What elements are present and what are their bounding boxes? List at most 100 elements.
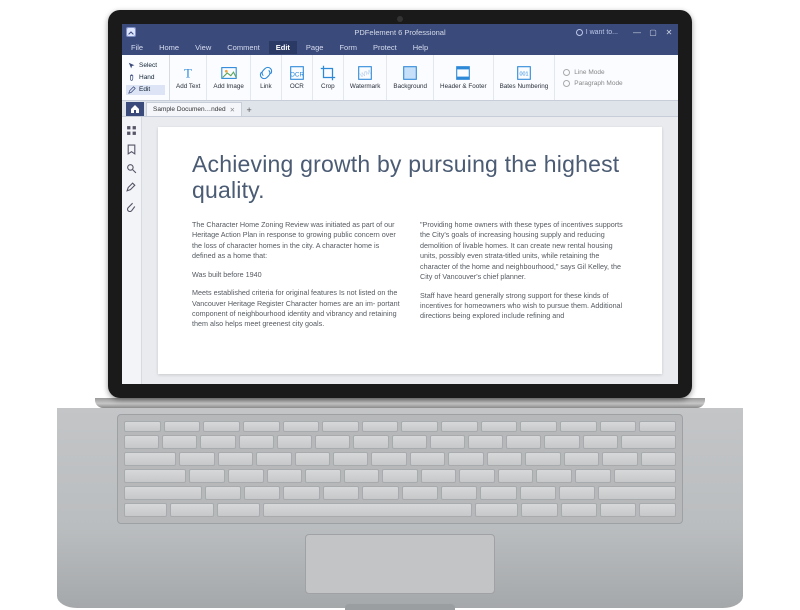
ribbon-ocr-label: OCR <box>290 84 304 91</box>
crop-icon <box>319 64 337 82</box>
bates-icon: 001 <box>515 64 533 82</box>
laptop-frame: PDFelement 6 Professional I want to... —… <box>55 10 745 608</box>
svg-text:OCR: OCR <box>290 72 304 79</box>
menu-form[interactable]: Form <box>332 41 364 54</box>
ribbon-bates-label: Bates Numbering <box>500 84 549 91</box>
app-title: PDFelement 6 Professional <box>354 28 445 37</box>
document-tab[interactable]: Sample Documen…nded ✕ <box>146 102 242 116</box>
headerfooter-icon <box>454 64 472 82</box>
attachments-icon[interactable] <box>126 201 137 212</box>
view-mode-line-label: Line Mode <box>574 69 604 76</box>
ribbon-watermark-label: Watermark <box>350 84 381 91</box>
paragraph[interactable]: Was built before 1940 <box>192 270 400 280</box>
laptop-hinge <box>95 398 705 408</box>
global-search[interactable]: I want to... <box>576 29 618 36</box>
ribbon-watermark[interactable]: WM Watermark <box>344 55 388 100</box>
keyboard-deck <box>57 408 743 608</box>
maximize-button[interactable]: ▢ <box>648 27 658 37</box>
svg-text:001: 001 <box>519 72 528 78</box>
image-icon <box>220 64 238 82</box>
ribbon-link[interactable]: Link <box>251 55 282 100</box>
radio-icon <box>563 69 570 76</box>
app-window: PDFelement 6 Professional I want to... —… <box>122 24 678 384</box>
trackpad <box>305 534 495 594</box>
document-columns: The Character Home Zoning Review was ini… <box>192 220 628 338</box>
titlebar: PDFelement 6 Professional I want to... —… <box>122 24 678 40</box>
paragraph[interactable]: Staff have heard generally strong suppor… <box>420 291 628 322</box>
bookmark-icon[interactable] <box>126 144 137 155</box>
ribbon-add-image[interactable]: Add Image <box>207 55 250 100</box>
paragraph[interactable]: "Providing home owners with these types … <box>420 220 628 283</box>
keyboard <box>117 414 683 524</box>
mode-hand[interactable]: Hand <box>126 73 165 83</box>
text-icon: T <box>179 64 197 82</box>
ribbon-header-footer[interactable]: Header & Footer <box>434 55 494 100</box>
ribbon-header-footer-label: Header & Footer <box>440 84 487 91</box>
ribbon-add-text[interactable]: T Add Text <box>170 55 207 100</box>
mode-select[interactable]: Select <box>126 61 165 71</box>
camera-dot <box>397 16 403 22</box>
ribbon-view-modes: Line Mode Paragraph Mode <box>555 55 630 100</box>
hand-icon <box>128 74 136 82</box>
ribbon-background[interactable]: Background <box>387 55 434 100</box>
ribbon-mode-panel: Select Hand Edit <box>122 55 170 100</box>
ribbon-background-label: Background <box>393 84 427 91</box>
mode-hand-label: Hand <box>139 74 155 81</box>
watermark-icon: WM <box>356 64 374 82</box>
document-heading[interactable]: Achieving growth by pursuing the highest… <box>192 151 628 204</box>
document-page[interactable]: Achieving growth by pursuing the highest… <box>158 127 662 374</box>
annotations-icon[interactable] <box>126 182 137 193</box>
screen-bezel: PDFelement 6 Professional I want to... —… <box>108 10 692 398</box>
menu-view[interactable]: View <box>188 41 218 54</box>
ribbon-bates[interactable]: 001 Bates Numbering <box>494 55 556 100</box>
menubar: File Home View Comment Edit Page Form Pr… <box>122 40 678 55</box>
cursor-icon <box>128 62 136 70</box>
edit-icon <box>128 86 136 94</box>
document-tabbar: Sample Documen…nded ✕ + <box>122 101 678 117</box>
menu-file[interactable]: File <box>124 41 150 54</box>
workspace: Achieving growth by pursuing the highest… <box>122 117 678 384</box>
ribbon-add-image-label: Add Image <box>213 84 243 91</box>
home-tab[interactable] <box>126 102 144 116</box>
ribbon-crop[interactable]: Crop <box>313 55 344 100</box>
document-tab-title: Sample Documen…nded <box>153 106 226 113</box>
app-logo-icon <box>126 27 136 37</box>
menu-home[interactable]: Home <box>152 41 186 54</box>
ribbon-crop-label: Crop <box>321 84 335 91</box>
minimize-button[interactable]: — <box>632 27 642 37</box>
link-icon <box>257 64 275 82</box>
menu-protect[interactable]: Protect <box>366 41 404 54</box>
close-tab-icon[interactable]: ✕ <box>230 106 235 114</box>
svg-text:T: T <box>184 67 192 81</box>
background-icon <box>401 64 419 82</box>
canvas[interactable]: Achieving growth by pursuing the highest… <box>142 117 678 384</box>
menu-page[interactable]: Page <box>299 41 331 54</box>
ribbon: Select Hand Edit T Add Text <box>122 55 678 101</box>
side-panel <box>122 117 142 384</box>
view-mode-paragraph[interactable]: Paragraph Mode <box>563 80 622 87</box>
ocr-icon: OCR <box>288 64 306 82</box>
paragraph[interactable]: The Character Home Zoning Review was ini… <box>192 220 400 262</box>
ribbon-add-text-label: Add Text <box>176 84 200 91</box>
view-mode-line[interactable]: Line Mode <box>563 69 622 76</box>
ribbon-ocr[interactable]: OCR OCR <box>282 55 313 100</box>
column-left[interactable]: The Character Home Zoning Review was ini… <box>192 220 400 338</box>
mode-select-label: Select <box>139 62 157 69</box>
deck-notch <box>345 604 455 610</box>
paragraph[interactable]: Meets established criteria for original … <box>192 288 400 330</box>
menu-help[interactable]: Help <box>406 41 435 54</box>
home-icon <box>130 104 140 114</box>
column-right[interactable]: "Providing home owners with these types … <box>420 220 628 338</box>
mode-edit-label: Edit <box>139 86 150 93</box>
view-mode-paragraph-label: Paragraph Mode <box>574 80 622 87</box>
radio-icon <box>563 80 570 87</box>
thumbnails-icon[interactable] <box>126 125 137 136</box>
svg-text:WM: WM <box>359 69 372 79</box>
search-icon[interactable] <box>126 163 137 174</box>
menu-edit[interactable]: Edit <box>269 41 297 54</box>
mode-edit[interactable]: Edit <box>126 85 165 95</box>
display: PDFelement 6 Professional I want to... —… <box>122 24 678 384</box>
menu-comment[interactable]: Comment <box>220 41 267 54</box>
close-button[interactable]: ✕ <box>664 27 674 37</box>
add-tab-button[interactable]: + <box>242 104 256 116</box>
